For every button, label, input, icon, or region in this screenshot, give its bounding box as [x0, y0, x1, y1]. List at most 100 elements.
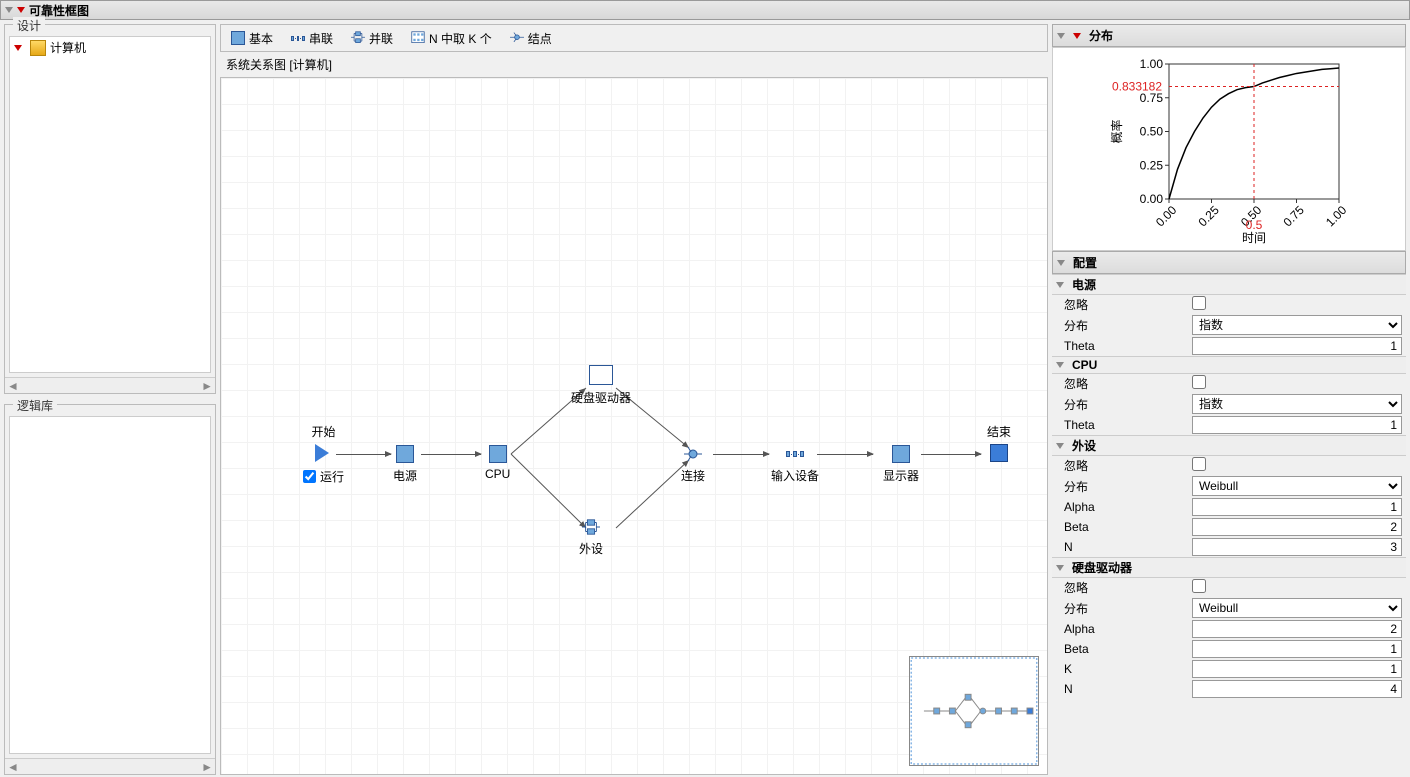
- run-checkbox-input[interactable]: [303, 470, 316, 483]
- collapse-icon[interactable]: [1057, 33, 1065, 39]
- parallel-block-icon: [582, 518, 600, 536]
- basic-block-icon: [892, 445, 910, 463]
- library-panel: 逻辑库 ◄►: [4, 404, 216, 775]
- node-cpu[interactable]: CPU: [485, 445, 510, 481]
- hdd-beta-input[interactable]: [1192, 640, 1402, 658]
- section-peripheral[interactable]: 外设: [1052, 435, 1406, 456]
- periph-dist-row: 分布 Weibull: [1052, 475, 1406, 497]
- run-checkbox[interactable]: 运行: [303, 468, 344, 485]
- prop-label: 分布: [1056, 600, 1186, 617]
- hdd-k-input[interactable]: [1192, 660, 1402, 678]
- prop-label: 忽略: [1056, 296, 1186, 313]
- cpu-ignore-row: 忽略: [1052, 374, 1406, 393]
- hdd-dist-select[interactable]: Weibull: [1192, 598, 1402, 618]
- section-power[interactable]: 电源: [1052, 274, 1406, 295]
- design-panel: 设计 计算机 ◄►: [4, 24, 216, 394]
- prop-label: Theta: [1056, 418, 1186, 432]
- node-display[interactable]: 显示器: [883, 445, 919, 484]
- svg-text:1.00: 1.00: [1323, 203, 1349, 230]
- cpu-theta-row: Theta: [1052, 415, 1406, 435]
- window-title: 可靠性框图: [29, 2, 89, 19]
- section-hdd[interactable]: 硬盘驱动器: [1052, 557, 1406, 578]
- prop-label: 忽略: [1056, 375, 1186, 392]
- periph-dist-select[interactable]: Weibull: [1192, 476, 1402, 496]
- svg-text:概率: 概率: [1109, 119, 1124, 143]
- collapse-icon[interactable]: [1056, 362, 1064, 368]
- hdd-beta-row: Beta: [1052, 639, 1406, 659]
- prop-label: 分布: [1056, 317, 1186, 334]
- cpu-dist-select[interactable]: 指数: [1192, 394, 1402, 414]
- hdd-ignore-checkbox[interactable]: [1192, 579, 1206, 593]
- tool-series[interactable]: 串联: [291, 30, 333, 47]
- node-power[interactable]: 电源: [393, 445, 417, 484]
- periph-ignore-checkbox[interactable]: [1192, 457, 1206, 471]
- prop-label: N: [1056, 682, 1186, 696]
- tool-knot[interactable]: 结点: [510, 30, 552, 47]
- library-panel-label: 逻辑库: [13, 397, 57, 414]
- distribution-title: 分布: [1089, 27, 1113, 44]
- svg-text:0.50: 0.50: [1140, 125, 1164, 139]
- collapse-icon[interactable]: [5, 7, 13, 13]
- node-input[interactable]: 输入设备: [771, 445, 819, 484]
- hdd-alpha-input[interactable]: [1192, 620, 1402, 638]
- tree-item-computer[interactable]: 计算机: [10, 37, 210, 58]
- config-header[interactable]: 配置: [1052, 251, 1406, 274]
- hdd-n-input[interactable]: [1192, 680, 1402, 698]
- tool-basic-label: 基本: [249, 30, 273, 47]
- tree-menu-icon[interactable]: [14, 45, 22, 51]
- collapse-icon[interactable]: [1056, 282, 1064, 288]
- periph-ignore-row: 忽略: [1052, 456, 1406, 475]
- node-label: 连接: [681, 467, 705, 484]
- node-label: 显示器: [883, 467, 919, 484]
- tool-kofn-label: N 中取 K 个: [429, 30, 492, 47]
- menu-icon[interactable]: [17, 7, 25, 13]
- edge: [817, 454, 873, 455]
- collapse-icon[interactable]: [1056, 443, 1064, 449]
- power-theta-input[interactable]: [1192, 337, 1402, 355]
- distribution-header[interactable]: 分布: [1052, 24, 1406, 47]
- node-start[interactable]: 开始 运行: [303, 423, 344, 485]
- node-label: 开始: [312, 423, 336, 440]
- periph-n-input[interactable]: [1192, 538, 1402, 556]
- node-peripheral[interactable]: 外设: [579, 518, 603, 557]
- design-panel-label: 设计: [13, 17, 45, 34]
- cpu-ignore-checkbox[interactable]: [1192, 375, 1206, 389]
- section-cpu[interactable]: CPU: [1052, 356, 1406, 374]
- cpu-theta-input[interactable]: [1192, 416, 1402, 434]
- library-tree[interactable]: [9, 416, 211, 754]
- chart-svg: 0.000.250.500.751.000.000.250.500.751.00…: [1109, 54, 1349, 244]
- power-ignore-checkbox[interactable]: [1192, 296, 1206, 310]
- hscroll[interactable]: ◄►: [5, 377, 215, 393]
- section-label: CPU: [1072, 358, 1097, 372]
- hdd-ignore-row: 忽略: [1052, 578, 1406, 597]
- collapse-icon[interactable]: [1056, 565, 1064, 571]
- menu-icon[interactable]: [1073, 33, 1081, 39]
- hdd-k-row: K: [1052, 659, 1406, 679]
- tool-parallel[interactable]: 并联: [351, 30, 393, 47]
- node-label: 外设: [579, 540, 603, 557]
- hscroll[interactable]: ◄►: [5, 758, 215, 774]
- power-ignore-row: 忽略: [1052, 295, 1406, 314]
- model-icon: [30, 40, 46, 56]
- section-label: 电源: [1072, 276, 1096, 293]
- svg-text:0.75: 0.75: [1280, 203, 1307, 230]
- periph-beta-row: Beta: [1052, 517, 1406, 537]
- minimap[interactable]: [909, 656, 1039, 766]
- tool-knot-label: 结点: [528, 30, 552, 47]
- section-label: 硬盘驱动器: [1072, 559, 1132, 576]
- periph-alpha-input[interactable]: [1192, 498, 1402, 516]
- node-hdd[interactable]: 硬盘驱动器: [571, 365, 631, 406]
- canvas-title: 系统关系图 [计算机]: [220, 52, 1048, 77]
- tool-kofn[interactable]: N 中取 K 个: [411, 30, 492, 47]
- diagram-canvas[interactable]: 开始 运行 电源 CPU 硬盘驱动器: [220, 77, 1048, 775]
- svg-text:1.00: 1.00: [1140, 57, 1164, 71]
- collapse-icon[interactable]: [1057, 260, 1065, 266]
- tool-basic[interactable]: 基本: [231, 30, 273, 47]
- series-icon: [291, 31, 305, 45]
- power-dist-select[interactable]: 指数: [1192, 315, 1402, 335]
- design-tree[interactable]: 计算机: [9, 36, 211, 373]
- node-connection[interactable]: 连接: [681, 445, 705, 484]
- periph-beta-input[interactable]: [1192, 518, 1402, 536]
- block-toolbar: 基本 串联 并联 N 中取 K 个: [220, 24, 1048, 52]
- node-end[interactable]: 结束: [987, 423, 1011, 462]
